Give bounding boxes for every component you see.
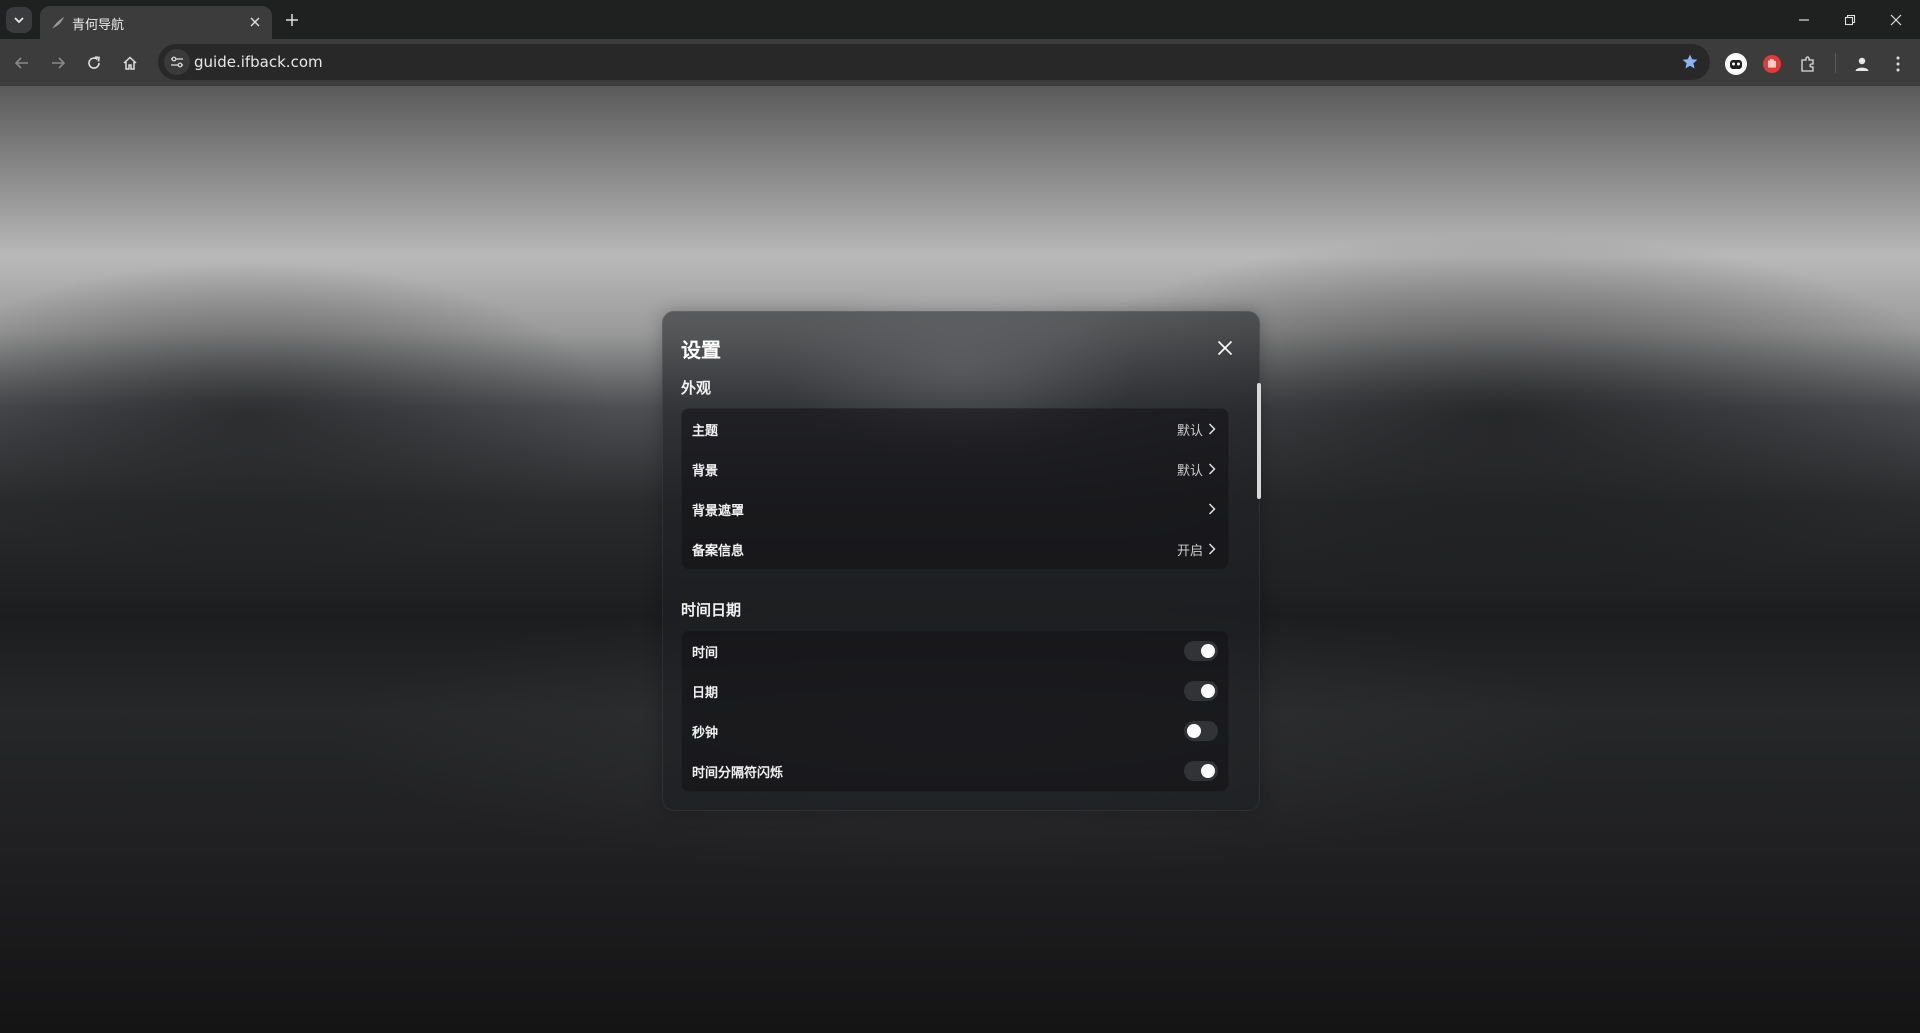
setting-row-background-mask[interactable]: 背景遮罩 xyxy=(682,489,1228,529)
reload-icon xyxy=(88,56,100,69)
section-title-datetime: 时间日期 xyxy=(681,601,742,619)
chevron-right-icon xyxy=(1206,502,1218,516)
setting-value: 开启 xyxy=(1176,543,1203,559)
chevron-right-icon xyxy=(1206,462,1218,476)
address-bar[interactable]: guide.ifback.com xyxy=(158,44,1710,80)
browser-menu-button[interactable] xyxy=(1884,50,1912,78)
setting-row-time: 时间 xyxy=(682,631,1228,671)
seconds-toggle[interactable] xyxy=(1184,721,1218,741)
extension-button-red[interactable] xyxy=(1758,50,1786,78)
setting-label: 秒钟 xyxy=(692,725,719,741)
restore-button[interactable] xyxy=(1827,6,1873,34)
new-tab-button[interactable] xyxy=(280,8,304,32)
plus-icon xyxy=(286,14,298,26)
feather-favicon-icon xyxy=(52,17,64,29)
restore-icon xyxy=(1844,14,1856,26)
setting-row-theme[interactable]: 主题 默认 xyxy=(682,409,1228,449)
star-icon xyxy=(1682,54,1698,69)
settings-title: 设置 xyxy=(681,338,721,362)
settings-scrollbar-thumb[interactable] xyxy=(1257,383,1261,499)
window-close-button[interactable] xyxy=(1873,6,1919,34)
settings-close-button[interactable] xyxy=(1212,335,1238,361)
toggle-knob xyxy=(1201,644,1215,658)
datetime-group: 时间 日期 秒钟 时间分隔符闪烁 xyxy=(681,630,1229,792)
setting-label: 背景 xyxy=(692,463,719,479)
back-button[interactable] xyxy=(7,48,37,78)
setting-label: 时间分隔符闪烁 xyxy=(692,765,784,781)
close-icon xyxy=(1217,340,1233,356)
site-info-button[interactable] xyxy=(164,49,190,75)
setting-label: 备案信息 xyxy=(692,543,745,559)
toggle-knob xyxy=(1201,684,1215,698)
tab-search-button[interactable] xyxy=(6,7,32,33)
close-icon xyxy=(1890,14,1902,26)
settings-panel: 设置 外观 主题 默认 背景 默认 背景遮罩 备案信息 开启 时间日期 时间 日… xyxy=(662,311,1261,811)
home-icon xyxy=(123,56,137,70)
setting-row-seconds: 秒钟 xyxy=(682,711,1228,751)
browser-tab[interactable]: 青何导航 xyxy=(40,6,272,39)
setting-value: 默认 xyxy=(1176,463,1203,479)
tab-title: 青何导航 xyxy=(72,18,125,33)
person-icon xyxy=(1855,57,1869,71)
separator-blink-toggle[interactable] xyxy=(1184,761,1218,781)
hand-stop-extension-icon xyxy=(1763,55,1781,73)
reload-button[interactable] xyxy=(79,48,109,78)
close-icon xyxy=(250,17,260,27)
url-text[interactable]: guide.ifback.com xyxy=(194,53,323,71)
browser-toolbar: guide.ifback.com xyxy=(0,39,1920,86)
page-background: 设置 外观 主题 默认 背景 默认 背景遮罩 备案信息 开启 时间日期 时间 日… xyxy=(0,86,1920,1033)
chevron-right-icon xyxy=(1206,422,1218,436)
tab-strip: 青何导航 xyxy=(0,0,1920,39)
toolbar-divider xyxy=(1835,53,1836,73)
toggle-knob xyxy=(1187,724,1201,738)
puzzle-icon xyxy=(1801,56,1814,72)
extension-button-ghost[interactable] xyxy=(1722,50,1750,78)
minimize-icon xyxy=(1799,19,1809,21)
chevron-down-icon xyxy=(14,17,24,24)
ghost-extension-icon xyxy=(1725,53,1747,75)
setting-label: 时间 xyxy=(692,645,719,661)
profile-button[interactable] xyxy=(1848,50,1876,78)
arrow-left-icon xyxy=(14,57,28,69)
forward-button[interactable] xyxy=(43,48,73,78)
date-toggle[interactable] xyxy=(1184,681,1218,701)
more-vertical-icon xyxy=(1896,56,1900,72)
settings-scroll-area[interactable]: 外观 主题 默认 背景 默认 背景遮罩 备案信息 开启 时间日期 时间 日期 秒… xyxy=(681,378,1229,798)
chevron-right-icon xyxy=(1206,542,1218,556)
tab-close-button[interactable] xyxy=(246,13,264,31)
setting-row-background[interactable]: 背景 默认 xyxy=(682,449,1228,489)
time-toggle[interactable] xyxy=(1184,641,1218,661)
appearance-group: 主题 默认 背景 默认 背景遮罩 备案信息 开启 xyxy=(681,408,1229,570)
setting-label: 主题 xyxy=(692,423,719,439)
bookmark-star-button[interactable] xyxy=(1678,50,1702,74)
section-title-appearance: 外观 xyxy=(681,379,712,397)
arrow-right-icon xyxy=(52,57,66,69)
setting-value: 默认 xyxy=(1176,423,1203,439)
setting-label: 日期 xyxy=(692,685,719,701)
toggle-knob xyxy=(1201,764,1215,778)
setting-row-date: 日期 xyxy=(682,671,1228,711)
minimize-button[interactable] xyxy=(1781,6,1827,34)
setting-row-icp-info[interactable]: 备案信息 开启 xyxy=(682,529,1228,569)
extensions-menu-button[interactable] xyxy=(1794,50,1822,78)
setting-row-separator-blink: 时间分隔符闪烁 xyxy=(682,751,1228,791)
setting-label: 背景遮罩 xyxy=(692,503,745,519)
home-button[interactable] xyxy=(115,48,145,78)
tune-icon xyxy=(171,56,183,68)
